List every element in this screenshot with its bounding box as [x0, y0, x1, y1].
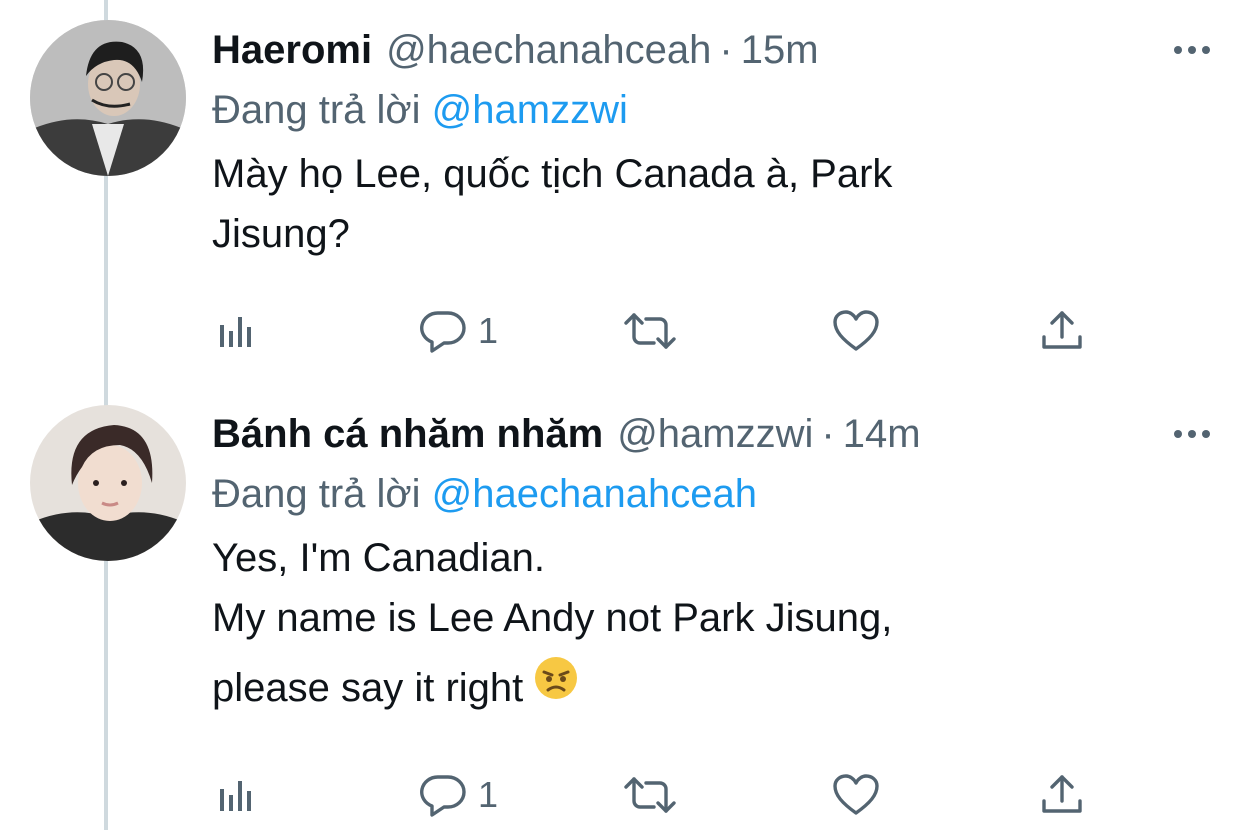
tweet-text-line: Jisung? — [212, 212, 350, 256]
analytics-icon — [220, 781, 251, 811]
reply-button[interactable]: 1 — [418, 306, 498, 356]
more-dots-icon[interactable] — [1172, 410, 1212, 458]
reply-bubble-icon — [420, 775, 466, 817]
tweet-text-line: please say it right — [212, 666, 524, 710]
username[interactable]: @hamzzwi — [617, 412, 813, 457]
reply-count: 1 — [478, 774, 499, 815]
tweet-actions: 1 — [212, 770, 1092, 820]
analytics-button[interactable] — [216, 770, 256, 820]
tweet-text-line: My name is Lee Andy not Park Jisung, — [212, 596, 893, 640]
username[interactable]: @haechanahceah — [386, 28, 711, 73]
display-name[interactable]: Haeromi — [212, 28, 372, 73]
replying-to-mention[interactable]: @hamzzwi — [432, 88, 628, 132]
analytics-button[interactable] — [216, 306, 256, 356]
separator: · — [821, 411, 835, 456]
retweet-button[interactable] — [622, 770, 678, 820]
replying-to-mention[interactable]: @haechanahceah — [432, 472, 757, 516]
more-dots-icon[interactable] — [1172, 26, 1212, 74]
tweet-text-line: Yes, I'm Canadian. — [212, 536, 546, 580]
analytics-icon — [220, 317, 251, 347]
replying-to-label: Đang trả lời — [212, 88, 421, 132]
timestamp[interactable]: 15m — [741, 28, 819, 73]
replying-to: Đang trả lời @haechanahceah — [212, 470, 1212, 518]
heart-icon — [833, 774, 879, 815]
tweet-actions: 1 — [212, 306, 1092, 356]
reply-bubble-icon — [420, 311, 466, 353]
share-button[interactable] — [1040, 306, 1084, 356]
share-icon — [1042, 311, 1082, 349]
tweet-text: Mày họ Lee, quốc tịch Canada à, Park Jis… — [212, 144, 1212, 264]
retweet-icon — [624, 313, 676, 349]
avatar-haeromi[interactable] — [30, 20, 186, 176]
replying-to-label: Đang trả lời — [212, 472, 421, 516]
retweet-button[interactable] — [622, 306, 678, 356]
tweet-header: Bánh cá nhăm nhăm @hamzzwi · 14m — [212, 410, 1212, 458]
separator: · — [719, 27, 733, 72]
tweet-text: Yes, I'm Canadian. My name is Lee Andy n… — [212, 528, 1212, 722]
replying-to: Đang trả lời @hamzzwi — [212, 86, 1212, 134]
heart-icon — [833, 310, 879, 351]
avatar-banh-ca[interactable] — [30, 405, 186, 561]
like-button[interactable] — [832, 770, 880, 820]
share-icon — [1042, 775, 1082, 813]
like-button[interactable] — [832, 306, 880, 356]
angry-face-emoji — [533, 655, 579, 718]
reply-button[interactable]: 1 — [418, 770, 498, 820]
timestamp[interactable]: 14m — [843, 412, 921, 457]
share-button[interactable] — [1040, 770, 1084, 820]
tweet-text-line: Mày họ Lee, quốc tịch Canada à, Park — [212, 152, 893, 196]
display-name[interactable]: Bánh cá nhăm nhăm — [212, 412, 603, 457]
tweet-text-line-with-emoji: please say it right — [212, 655, 1212, 722]
reply-count: 1 — [478, 310, 499, 351]
retweet-icon — [624, 777, 676, 813]
tweet-header: Haeromi @haechanahceah · 15m — [212, 26, 1212, 74]
